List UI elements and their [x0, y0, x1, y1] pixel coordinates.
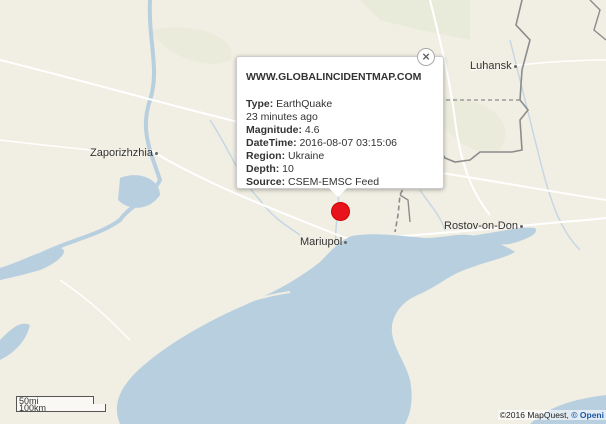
city-mariupol: Mariupol — [300, 236, 348, 248]
map-attribution: ©2016 MapQuest, © Openi — [497, 410, 606, 420]
city-dot-icon — [154, 151, 158, 155]
popup-depth: Depth: 10 — [246, 163, 294, 175]
popup-region: Region: Ukraine — [246, 150, 325, 162]
earthquake-marker[interactable] — [332, 203, 349, 220]
city-label: Mariupol — [300, 236, 343, 248]
city-label: Luhansk — [470, 60, 512, 72]
scale-bar: 50mi 100km — [16, 396, 106, 413]
attribution-link[interactable]: © Openi — [571, 410, 604, 420]
popup-type: Type: EarthQuake — [246, 98, 333, 110]
city-label: Rostov-on-Don — [444, 220, 518, 232]
city-zaporizhzhia: Zaporizhzhia — [90, 147, 158, 159]
city-rostov-on-don: Rostov-on-Don — [444, 220, 523, 232]
city-dot-icon — [519, 224, 523, 228]
close-icon[interactable]: × — [417, 48, 435, 66]
popup-tail — [329, 188, 347, 197]
incident-popup: WWW.GLOBALINCIDENTMAP.COM Type: EarthQua… — [236, 56, 444, 197]
popup-datetime: DateTime: 2016-08-07 03:15:06 — [246, 137, 397, 149]
popup-magnitude: Magnitude: 4.6 — [246, 124, 320, 136]
popup-age: 23 minutes ago — [246, 111, 318, 123]
city-label: Zaporizhzhia — [90, 147, 153, 159]
scale-km: 100km — [16, 404, 106, 413]
map-view[interactable]: Luhansk Zaporizhzhia Mariupol Rostov-on-… — [0, 0, 606, 424]
popup-site: WWW.GLOBALINCIDENTMAP.COM — [246, 71, 422, 83]
city-dot-icon — [344, 240, 348, 244]
attribution-text: ©2016 MapQuest, — [499, 410, 569, 420]
city-dot-icon — [513, 64, 517, 68]
city-luhansk: Luhansk — [470, 60, 517, 72]
